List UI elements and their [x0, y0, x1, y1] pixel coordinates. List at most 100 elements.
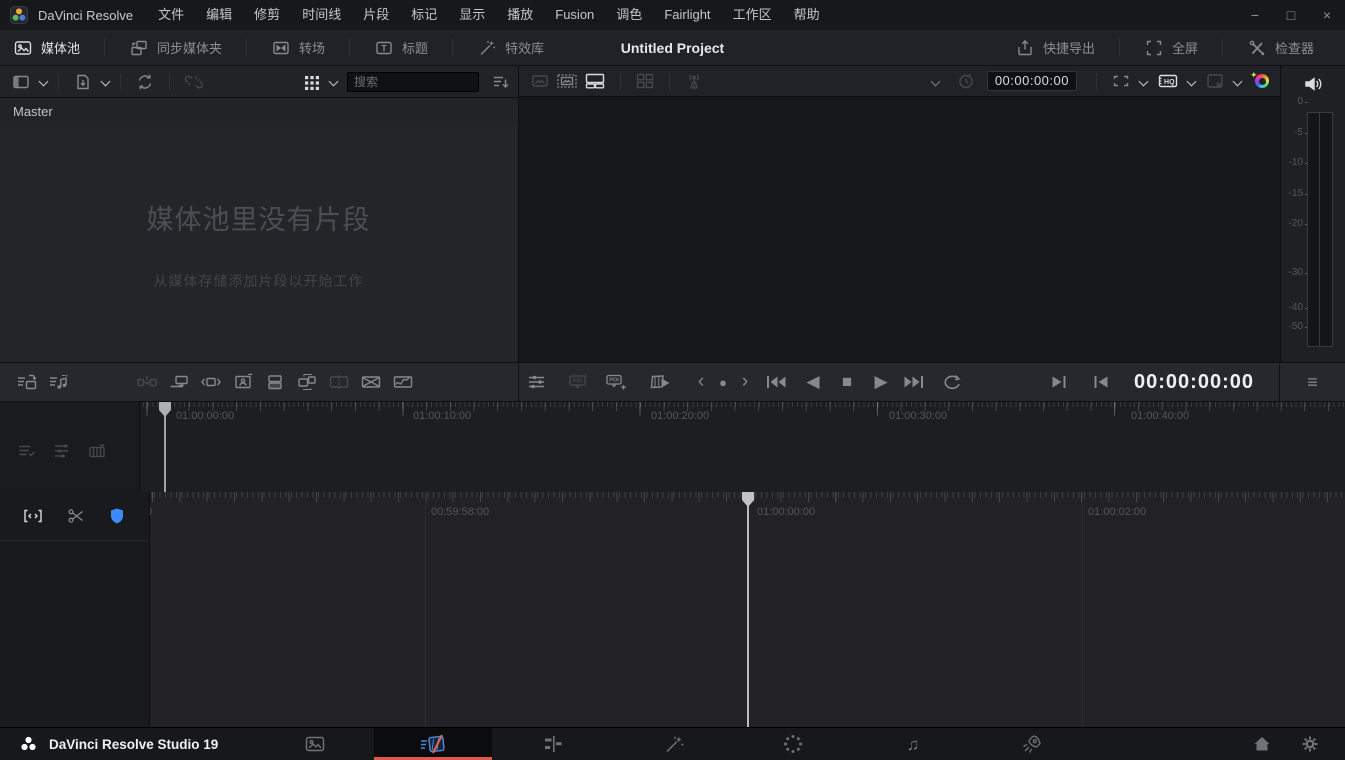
- step-forward-icon[interactable]: ›: [734, 371, 756, 393]
- import-media-chevron-icon[interactable]: [101, 77, 111, 87]
- skip-to-end-icon[interactable]: [902, 372, 926, 392]
- viewer-timecode[interactable]: 00:00:00:00: [987, 71, 1077, 91]
- maximize-button[interactable]: □: [1273, 0, 1309, 30]
- view-mode-chevron-icon[interactable]: [329, 77, 339, 87]
- edit-page-button[interactable]: [541, 728, 565, 760]
- sync-clips-icon[interactable]: [135, 72, 155, 92]
- resize-image-icon[interactable]: [1205, 71, 1225, 91]
- transitions-toggle[interactable]: 转场: [258, 30, 338, 65]
- timeline-options-menu-icon[interactable]: ≡: [1307, 372, 1318, 393]
- inspector-toggle[interactable]: 检查器: [1234, 30, 1327, 65]
- sync-bin-toggle[interactable]: 同步媒体夹: [116, 30, 235, 65]
- split-scissors-icon[interactable]: [66, 506, 86, 526]
- record-icon[interactable]: ●: [712, 375, 734, 390]
- stop-icon[interactable]: ■: [836, 372, 858, 392]
- retime-clock-icon[interactable]: [956, 71, 976, 91]
- menu-playback[interactable]: 播放: [496, 0, 544, 30]
- sort-icon[interactable]: [491, 72, 511, 92]
- ripple-overwrite-icon[interactable]: [200, 372, 222, 392]
- bin-list-toggle-icon[interactable]: [11, 72, 31, 92]
- timeline-select-dropdown[interactable]: [707, 78, 953, 85]
- play-to-out-icon[interactable]: [1090, 372, 1112, 392]
- speaker-icon[interactable]: [1303, 74, 1325, 94]
- play-to-in-icon[interactable]: [1048, 372, 1070, 392]
- menu-trim[interactable]: 修剪: [243, 0, 291, 30]
- quick-export-button[interactable]: 快捷导出: [1002, 30, 1108, 65]
- menu-fairlight[interactable]: Fairlight: [653, 0, 721, 30]
- insert-audio-icon[interactable]: [48, 372, 70, 392]
- overview-playhead-marker[interactable]: [158, 402, 172, 418]
- bin-header[interactable]: Master: [0, 98, 518, 127]
- close-button[interactable]: ×: [1309, 0, 1345, 30]
- settings-gear-icon[interactable]: [1298, 728, 1322, 760]
- search-input[interactable]: [347, 72, 479, 92]
- grid-view-icon[interactable]: [303, 73, 321, 91]
- menu-edit[interactable]: 编辑: [195, 0, 243, 30]
- close-up-icon[interactable]: [232, 372, 254, 392]
- titles-toggle[interactable]: T 标题: [361, 30, 441, 65]
- detail-playhead[interactable]: [747, 492, 749, 727]
- menu-view[interactable]: 显示: [448, 0, 496, 30]
- tools-sliders-icon[interactable]: [526, 372, 548, 392]
- media-pool-toggle[interactable]: 媒体池: [0, 30, 93, 65]
- media-page-button[interactable]: [303, 728, 327, 760]
- deliver-page-button[interactable]: [1020, 728, 1044, 760]
- source-overwrite-icon[interactable]: [296, 372, 318, 392]
- fit-timeline-icon[interactable]: [22, 506, 44, 526]
- quality-chevron-icon[interactable]: [1187, 76, 1197, 86]
- timeline-list-icon[interactable]: [17, 441, 37, 461]
- step-back-icon[interactable]: ‹: [690, 371, 712, 393]
- playback-quality-hq-icon[interactable]: HQ: [1157, 71, 1179, 91]
- viewer-size-chevron-icon[interactable]: [1139, 76, 1149, 86]
- skip-to-start-icon[interactable]: [764, 372, 788, 392]
- minimize-button[interactable]: −: [1237, 0, 1273, 30]
- menu-timeline[interactable]: 时间线: [291, 0, 352, 30]
- cut-page-button[interactable]: [374, 728, 492, 760]
- menu-help[interactable]: 帮助: [783, 0, 831, 30]
- add-poi-icon[interactable]: POI: [604, 371, 628, 393]
- safe-trim-shield-icon[interactable]: [107, 506, 127, 526]
- color-page-button[interactable]: [781, 728, 805, 760]
- transition-cut-icon[interactable]: [328, 372, 350, 392]
- append-clip-icon[interactable]: [168, 372, 190, 392]
- fullscreen-button[interactable]: 全屏: [1131, 30, 1211, 65]
- menu-clip[interactable]: 片段: [352, 0, 400, 30]
- source-clip-icon[interactable]: [530, 71, 550, 91]
- effects-library-toggle[interactable]: 特效库: [464, 30, 557, 65]
- transport-timecode[interactable]: 00:00:00:00: [1134, 371, 1254, 394]
- fairlight-page-button[interactable]: ♫: [901, 728, 925, 760]
- cinema-viewer-icon[interactable]: [1111, 71, 1131, 91]
- enhance-color-icon[interactable]: ✦: [1255, 74, 1269, 88]
- relink-media-icon[interactable]: [184, 72, 204, 92]
- fusion-page-button[interactable]: [663, 728, 687, 760]
- poi-marker-icon[interactable]: POI: [566, 371, 590, 393]
- source-tape-icon[interactable]: [556, 71, 578, 91]
- timeline-overview[interactable]: 01:00:00:00 01:00:10:00 01:00:20:00 01:0…: [0, 402, 1345, 492]
- play-reverse-icon[interactable]: ◀: [802, 372, 824, 392]
- menu-color[interactable]: 调色: [605, 0, 653, 30]
- menu-fusion[interactable]: Fusion: [544, 0, 605, 30]
- bin-list-chevron-icon[interactable]: [39, 77, 49, 87]
- smooth-cut-icon[interactable]: [392, 372, 414, 392]
- menu-file[interactable]: 文件: [147, 0, 195, 30]
- home-button[interactable]: [1250, 728, 1274, 760]
- place-on-top-icon[interactable]: [264, 372, 286, 392]
- play-around-icon[interactable]: [648, 371, 674, 393]
- track-tools-icon[interactable]: [52, 441, 72, 461]
- filmstrip-view-icon[interactable]: [87, 441, 107, 461]
- broadcast-antenna-icon[interactable]: [684, 71, 704, 91]
- viewer-canvas[interactable]: [519, 97, 1280, 361]
- menu-workspace[interactable]: 工作区: [722, 0, 783, 30]
- play-icon[interactable]: ▶: [870, 372, 892, 392]
- detail-playhead-marker[interactable]: [741, 492, 755, 508]
- timeline-view-icon[interactable]: [584, 71, 606, 91]
- transition-dissolve-icon[interactable]: [360, 372, 382, 392]
- smart-insert-icon[interactable]: [136, 372, 158, 392]
- timeline-detail[interactable]: 0 00:59:58:00 01:00:00:00 01:00:02:00: [0, 492, 1345, 727]
- insert-video-icon[interactable]: [16, 372, 38, 392]
- multicam-icon[interactable]: [635, 71, 655, 91]
- menu-mark[interactable]: 标记: [400, 0, 448, 30]
- resize-chevron-icon[interactable]: [1233, 76, 1243, 86]
- loop-icon[interactable]: [940, 371, 964, 393]
- import-media-icon[interactable]: [73, 72, 93, 92]
